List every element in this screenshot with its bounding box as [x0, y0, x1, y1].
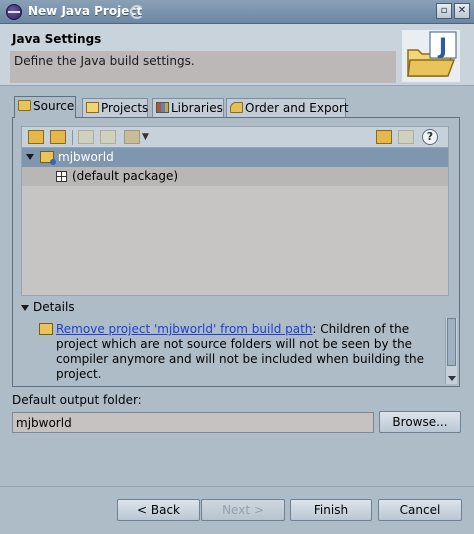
wizard-banner: Java Settings Define the Java build sett…: [0, 24, 474, 86]
link-source-button[interactable]: [50, 130, 66, 144]
add-folder-button[interactable]: [28, 130, 44, 144]
eclipse-icon: [6, 4, 22, 20]
tab-projects-label: Projects: [101, 101, 149, 115]
scrollbar-thumb[interactable]: [447, 318, 456, 366]
source-tab-panel: ▼ ? mjbworld (default package) Details R…: [12, 117, 460, 387]
close-button[interactable]: ✕: [454, 3, 470, 19]
title-swirl-icon: [130, 5, 144, 19]
button-bar-separator: [0, 486, 474, 487]
expand-triangle-icon[interactable]: [26, 154, 34, 160]
scroll-down-icon[interactable]: [448, 376, 456, 381]
project-remove-icon: [39, 323, 53, 335]
minimize-button[interactable]: ▫: [436, 3, 452, 19]
java-project-icon: [40, 151, 56, 165]
edit-button[interactable]: [78, 130, 94, 144]
source-tree[interactable]: mjbworld (default package): [21, 148, 449, 296]
title-bar: New Java Project ▫ ✕: [0, 0, 474, 24]
back-button[interactable]: < Back: [117, 499, 200, 521]
minimize-icon: ▫: [440, 5, 448, 16]
tree-item-project[interactable]: mjbworld: [22, 148, 448, 167]
output-folder-input[interactable]: [12, 412, 374, 433]
remove-project-link[interactable]: Remove project 'mjbworld' from build pat…: [56, 322, 312, 336]
details-collapse-icon[interactable]: [21, 305, 29, 311]
details-description: Remove project 'mjbworld' from build pat…: [56, 322, 452, 382]
tab-order-label: Order and Export: [245, 101, 349, 115]
svg-text:J: J: [437, 35, 447, 60]
java-wizard-banner-icon: J: [402, 30, 460, 82]
order-export-icon: [230, 102, 243, 113]
details-label[interactable]: Details: [33, 300, 75, 314]
banner-description: Define the Java build settings.: [10, 51, 396, 83]
clear-button[interactable]: [398, 130, 414, 144]
browse-button[interactable]: Browse...: [379, 411, 461, 433]
finish-button[interactable]: Finish: [290, 499, 372, 521]
tree-item-label: mjbworld: [58, 150, 114, 164]
details-scrollbar[interactable]: [445, 318, 457, 384]
cancel-button[interactable]: Cancel: [378, 499, 462, 521]
output-folder-label: Default output folder:: [12, 393, 142, 407]
tab-libraries[interactable]: Libraries: [152, 98, 224, 118]
help-icon[interactable]: ?: [422, 129, 438, 145]
tree-item-label: (default package): [72, 169, 179, 183]
close-icon: ✕: [457, 5, 467, 16]
window-title: New Java Project: [28, 4, 143, 18]
next-button[interactable]: Next >: [201, 499, 285, 521]
configure-button[interactable]: [124, 130, 140, 144]
tab-libraries-label: Libraries: [171, 101, 223, 115]
package-icon: [56, 171, 67, 182]
tab-source-label: Source: [33, 99, 75, 113]
tab-order-and-export[interactable]: Order and Export: [226, 98, 349, 118]
source-toolbar: ▼ ?: [21, 126, 449, 148]
remove-button[interactable]: [100, 130, 116, 144]
new-java-project-window: New Java Project ▫ ✕ Java Settings Defin…: [0, 0, 474, 534]
source-folder-icon: [18, 100, 31, 111]
toolbar-separator: [72, 130, 73, 145]
tab-projects[interactable]: Projects: [82, 98, 148, 118]
tab-source[interactable]: Source: [14, 96, 76, 118]
projects-icon: [86, 102, 99, 113]
dropdown-arrow-icon[interactable]: ▼: [142, 132, 149, 142]
add-variable-button[interactable]: [376, 130, 392, 144]
banner-title: Java Settings: [12, 32, 102, 46]
tree-item-package[interactable]: (default package): [22, 167, 448, 186]
libraries-icon: [156, 102, 169, 113]
